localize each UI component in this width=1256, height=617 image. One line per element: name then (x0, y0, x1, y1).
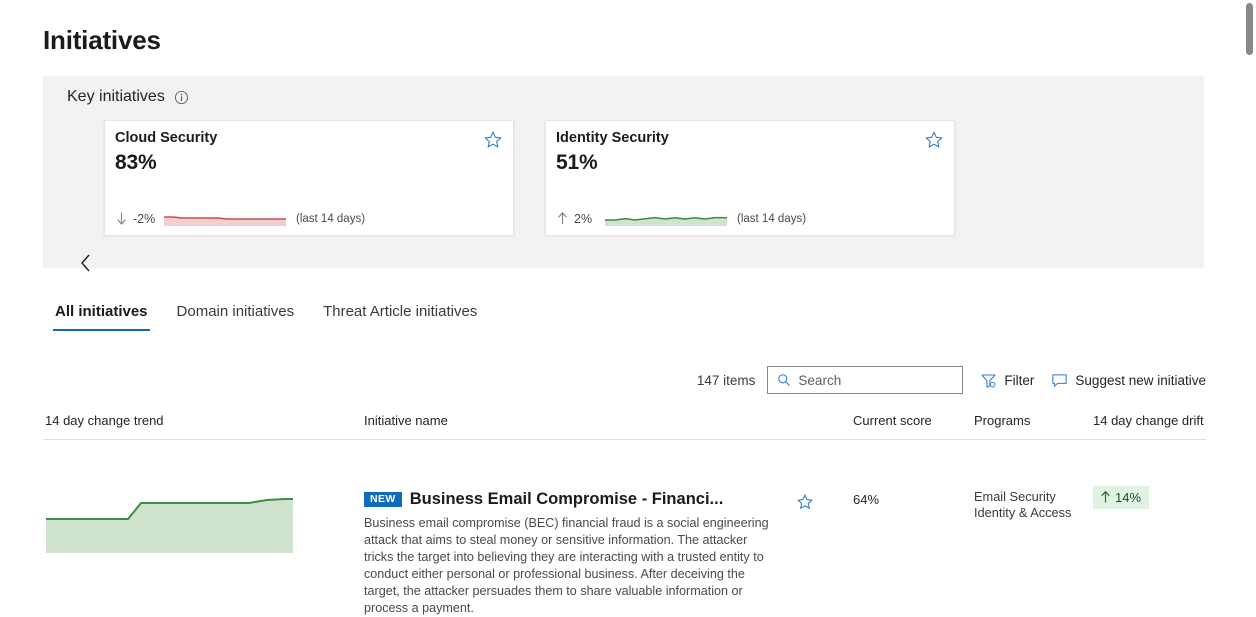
key-initiative-card[interactable]: Cloud Security 83% -2% (last 14 days) (104, 120, 514, 236)
filter-icon (981, 374, 997, 388)
carousel-prev-button[interactable] (73, 250, 99, 276)
column-header-programs[interactable]: Programs (974, 413, 1030, 428)
key-initiatives-header: Key initiatives (67, 88, 189, 106)
card-score: 51% (556, 151, 598, 174)
tab-all-initiatives[interactable]: All initiatives (53, 303, 150, 331)
row-current-score: 64% (853, 492, 880, 507)
favorite-star-icon[interactable] (924, 130, 944, 150)
row-favorite-star-icon[interactable] (796, 493, 814, 511)
row-change-drift-value: 14% (1115, 489, 1142, 505)
table-row[interactable]: NEW Business Email Compromise - Financi.… (43, 440, 1206, 615)
row-title-line: NEW Business Email Compromise - Financi.… (364, 490, 782, 509)
column-header-change-trend[interactable]: 14 day change trend (45, 413, 164, 428)
card-trend: 2% (last 14 days) (556, 211, 806, 226)
key-initiatives-card-list: Cloud Security 83% -2% (last 14 days) Id… (104, 120, 955, 236)
search-icon (777, 373, 791, 387)
card-trend-period: (last 14 days) (296, 212, 366, 225)
card-trend: -2% (last 14 days) (115, 211, 365, 226)
row-programs: Email Security Identity & Access (974, 489, 1071, 521)
comment-icon (1052, 373, 1068, 387)
filter-label: Filter (1004, 372, 1035, 388)
card-sparkline (164, 213, 286, 226)
filter-button[interactable]: Filter (980, 372, 1034, 389)
row-initiative-title[interactable]: Business Email Compromise - Financi... (410, 490, 724, 509)
column-header-initiative-name[interactable]: Initiative name (364, 413, 448, 428)
row-change-drift-badge: 14% (1093, 486, 1150, 509)
tab-threat-article-initiatives[interactable]: Threat Article initiatives (321, 303, 479, 331)
chevron-left-icon (81, 254, 90, 272)
card-sparkline (605, 213, 728, 226)
row-program-item: Email Security (974, 489, 1056, 504)
initiatives-page: Initiatives Key initiatives Cloud Securi… (0, 0, 1256, 615)
page-scrollbar[interactable] (1242, 0, 1256, 570)
row-initiative-description: Business email compromise (BEC) financia… (364, 516, 769, 615)
arrow-up-icon (556, 211, 569, 226)
card-trend-delta: 2% (574, 211, 593, 226)
arrow-down-icon (115, 211, 128, 226)
arrow-up-icon (1101, 490, 1110, 503)
table-header-row: 14 day change trend Initiative name Curr… (43, 410, 1206, 440)
row-initiative-name-block: NEW Business Email Compromise - Financi.… (364, 490, 782, 617)
favorite-star-icon[interactable] (483, 130, 503, 150)
column-header-current-score[interactable]: Current score (853, 413, 932, 428)
page-title: Initiatives (43, 25, 161, 55)
search-input[interactable] (798, 372, 949, 388)
key-initiative-card[interactable]: Identity Security 51% 2% (last 14 days) (545, 120, 955, 236)
scrollbar-thumb[interactable] (1246, 3, 1253, 55)
card-trend-period: (last 14 days) (737, 212, 807, 225)
tab-domain-initiatives[interactable]: Domain initiatives (175, 303, 297, 331)
key-initiatives-banner: Key initiatives Cloud Security 83% -2% (… (43, 76, 1204, 272)
row-program-item: Identity & Access (974, 505, 1072, 520)
card-score: 83% (115, 151, 157, 174)
search-box[interactable] (767, 366, 964, 394)
suggest-new-initiative-label: Suggest new initiative (1075, 372, 1206, 388)
initiatives-toolbar: 147 items Filter Suggest new initiative (697, 366, 1206, 394)
items-count: 147 items (696, 372, 756, 388)
initiatives-tablist: All initiatives Domain initiatives Threa… (53, 303, 479, 331)
column-header-change-drift[interactable]: 14 day change drift (1093, 413, 1204, 428)
row-change-trend-chart (46, 486, 293, 553)
new-badge: NEW (364, 491, 402, 508)
info-icon[interactable] (174, 90, 189, 105)
card-title: Cloud Security (115, 130, 218, 146)
key-initiatives-label: Key initiatives (67, 88, 165, 105)
card-trend-delta: -2% (133, 211, 156, 226)
suggest-new-initiative-button[interactable]: Suggest new initiative (1051, 372, 1206, 389)
initiatives-table: 14 day change trend Initiative name Curr… (43, 410, 1206, 615)
card-title: Identity Security (556, 130, 669, 146)
